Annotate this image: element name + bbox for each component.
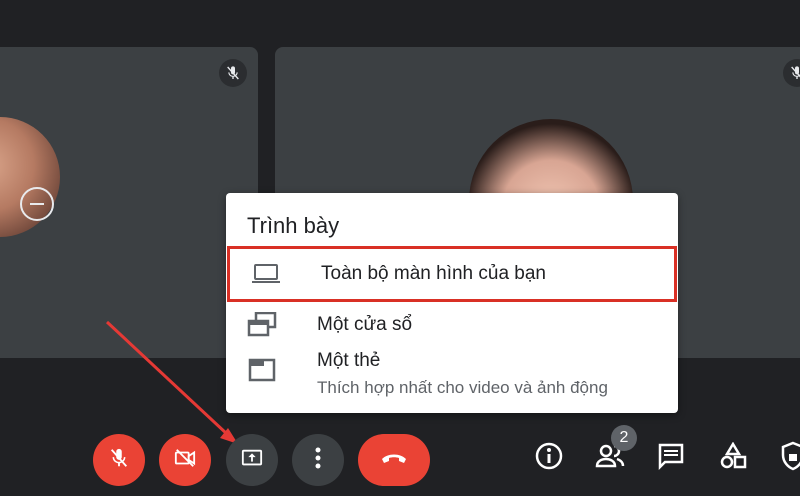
hang-up-icon xyxy=(380,451,408,470)
activities-icon xyxy=(719,441,747,475)
chat-icon xyxy=(657,442,685,475)
more-options-button[interactable] xyxy=(292,434,344,486)
participant-count-badge: 2 xyxy=(611,425,637,451)
present-screen-icon xyxy=(240,447,264,474)
activities-button[interactable] xyxy=(717,440,749,476)
host-controls-button[interactable] xyxy=(777,440,800,476)
info-icon xyxy=(535,442,563,475)
chat-button[interactable] xyxy=(655,440,687,476)
present-now-button[interactable] xyxy=(226,434,278,486)
host-controls-icon xyxy=(780,441,800,476)
mic-off-icon xyxy=(108,447,130,474)
mic-toggle-button[interactable] xyxy=(93,434,145,486)
camera-off-icon xyxy=(173,447,197,474)
camera-toggle-button[interactable] xyxy=(159,434,211,486)
more-options-icon xyxy=(315,447,321,474)
meeting-details-button[interactable] xyxy=(533,440,565,476)
leave-call-button[interactable] xyxy=(358,434,430,486)
pointer-arrow-icon xyxy=(105,320,238,444)
